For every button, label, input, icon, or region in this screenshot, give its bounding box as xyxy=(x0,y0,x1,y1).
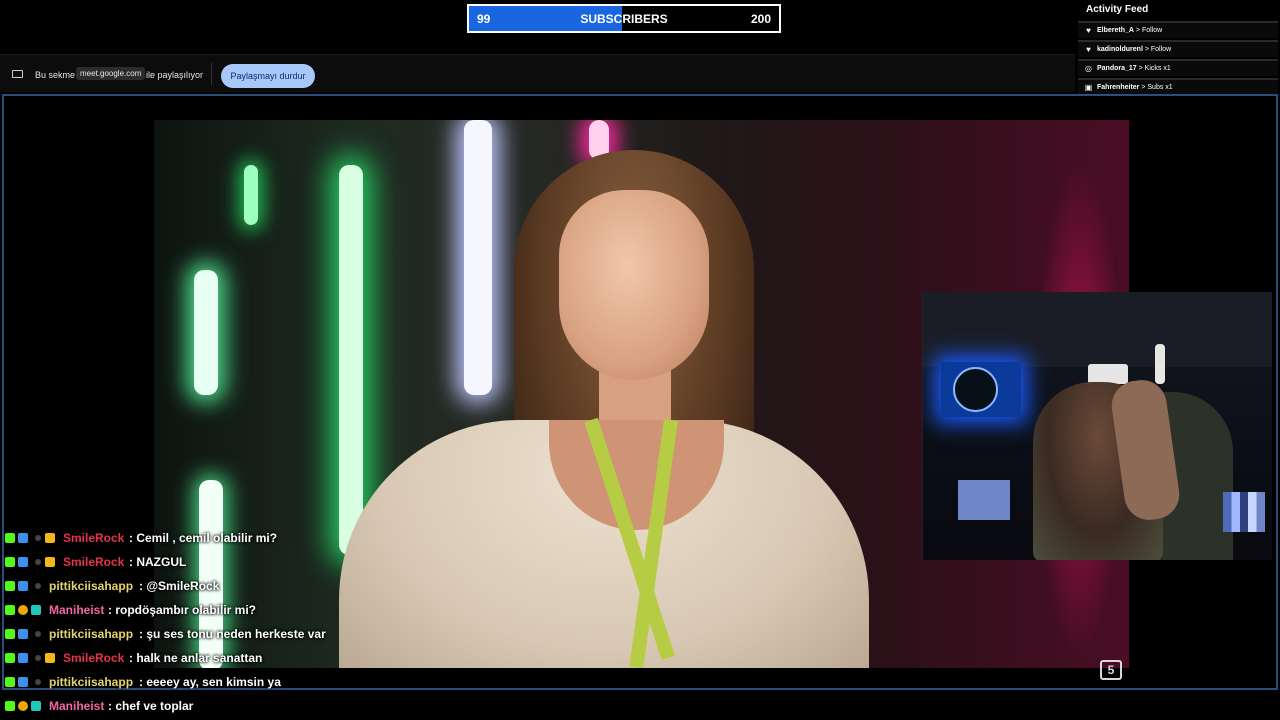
activity-feed-username: Pandora_17 xyxy=(1097,65,1137,72)
activity-feed-action: > Follow xyxy=(1135,27,1163,34)
activity-feed-item: ▣ Fahrenheiter > Subs x1 xyxy=(1078,78,1278,95)
webcam-books xyxy=(1223,492,1265,532)
activity-feed-username: Fahrenheiter xyxy=(1097,84,1140,91)
kick-badge-icon xyxy=(5,701,15,711)
neon-light xyxy=(244,165,258,225)
screen-share-icon xyxy=(12,70,23,78)
chat-username[interactable]: pittikciisahapp xyxy=(49,675,133,689)
chat-username[interactable]: Maniheist xyxy=(49,699,104,713)
chat-message-text: : ropdöşambır olabilir mi? xyxy=(108,603,257,617)
webcam-lamp xyxy=(1155,344,1165,384)
heart-icon: ♥ xyxy=(1086,26,1091,35)
gift-icon: ▣ xyxy=(1084,83,1093,92)
share-text-after: ile paylaşılıyor xyxy=(146,70,204,80)
crown-badge-icon xyxy=(45,557,55,567)
goal-label: SUBSCRIBERS xyxy=(580,12,668,26)
moderator-badge-icon xyxy=(31,605,41,615)
shared-tab-stage: 5 xyxy=(2,94,1278,690)
status-dot-icon xyxy=(35,631,41,637)
activity-feed-title: Activity Feed xyxy=(1086,4,1149,15)
activity-feed-action: > Follow xyxy=(1144,46,1172,53)
kick-badge-icon xyxy=(5,653,15,663)
chat-username[interactable]: pittikciisahapp xyxy=(49,627,133,641)
chat-message-text: : eeeey ay, sen kimsin ya xyxy=(139,675,281,689)
chat-message-text: : halk ne anlar sanattan xyxy=(129,651,263,665)
webcam-curtain xyxy=(923,292,1272,367)
neon-light xyxy=(339,165,363,555)
kick-badge-icon xyxy=(5,629,15,639)
webcam-monitor xyxy=(958,480,1010,520)
subscriber-badge-icon xyxy=(18,581,28,591)
streamer-webcam xyxy=(922,292,1272,560)
activity-feed-item: ♥ kadinoldurenl > Follow xyxy=(1078,40,1278,57)
subscriber-badge-icon xyxy=(18,629,28,639)
activity-feed-action: > Kicks x1 xyxy=(1138,65,1171,72)
status-dot-icon xyxy=(35,583,41,589)
chat-username[interactable]: SmileRock xyxy=(63,651,124,665)
chat-username[interactable]: SmileRock xyxy=(63,531,124,545)
kick-badge-icon xyxy=(5,533,15,543)
kick-badge-icon xyxy=(5,557,15,567)
share-divider xyxy=(211,63,212,85)
kick-badge-icon xyxy=(5,677,15,687)
chat-message-text: : chef ve toplar xyxy=(108,699,194,713)
activity-feed-action: > Subs x1 xyxy=(1141,84,1173,91)
crown-badge-icon xyxy=(45,533,55,543)
gift-badge-icon xyxy=(18,701,28,711)
goal-target-count: 200 xyxy=(750,12,771,26)
webcam-cup xyxy=(1088,364,1128,384)
activity-feed-username: Elbereth_A xyxy=(1097,27,1134,34)
subscriber-goal-bar: 99 SUBSCRIBERS 200 xyxy=(467,4,781,33)
heart-icon: ♥ xyxy=(1086,45,1091,54)
chat-message-text: : @SmileRock xyxy=(139,579,220,593)
neon-light xyxy=(464,120,492,395)
kick-logo-icon: 5 xyxy=(1100,660,1122,680)
host-face xyxy=(559,190,709,380)
crown-badge-icon xyxy=(45,653,55,663)
chat-message-text: : NAZGUL xyxy=(129,555,187,569)
status-dot-icon xyxy=(35,655,41,661)
gift-badge-icon xyxy=(18,605,28,615)
kick-badge-icon xyxy=(5,605,15,615)
chat-username[interactable]: Maniheist xyxy=(49,603,104,617)
kick-icon: ◎ xyxy=(1085,64,1092,73)
subscriber-badge-icon xyxy=(18,533,28,543)
share-domain-chip: meet.google.com xyxy=(76,67,146,80)
stop-sharing-button[interactable]: Paylaşmayı durdur xyxy=(221,64,315,88)
activity-feed-item: ♥ Elbereth_A > Follow xyxy=(1078,21,1278,38)
subscriber-badge-icon xyxy=(18,557,28,567)
activity-feed-item: ◎ Pandora_17 > Kicks x1 xyxy=(1078,59,1278,76)
status-dot-icon xyxy=(35,559,41,565)
status-dot-icon xyxy=(35,535,41,541)
screen-share-bar: Bu sekme meet.google.com ile paylaşılıyo… xyxy=(0,54,1075,92)
activity-feed-username: kadinoldurenl xyxy=(1097,46,1143,53)
subscriber-badge-icon xyxy=(18,677,28,687)
chat-username[interactable]: SmileRock xyxy=(63,555,124,569)
clock-icon xyxy=(953,367,998,412)
chat-message-text: : şu ses tonu neden herkeste var xyxy=(139,627,326,641)
chat-username[interactable]: pittikciisahapp xyxy=(49,579,133,593)
chat-message-text: : Cemil , cemil olabilir mi? xyxy=(129,531,278,545)
neon-light xyxy=(194,270,218,395)
moderator-badge-icon xyxy=(31,701,41,711)
kick-badge-icon xyxy=(5,581,15,591)
status-dot-icon xyxy=(35,679,41,685)
subscriber-badge-icon xyxy=(18,653,28,663)
share-text-before: Bu sekme xyxy=(35,70,76,80)
